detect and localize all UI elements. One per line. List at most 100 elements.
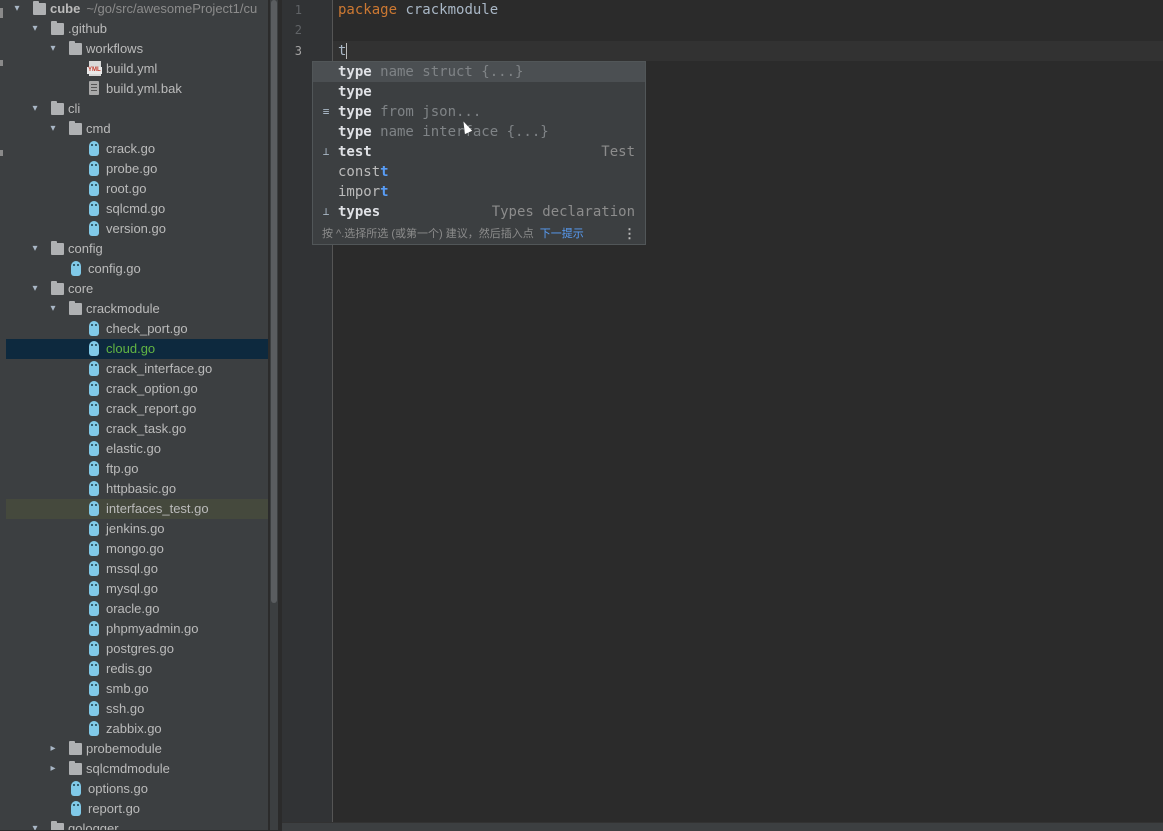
go-file-icon — [89, 561, 99, 576]
chevron-down-icon[interactable]: ▾ — [29, 239, 41, 259]
tree-item[interactable]: cloud.go — [6, 339, 268, 359]
strip-marker[interactable] — [0, 150, 3, 156]
tree-item[interactable]: ▾ workflows — [6, 39, 268, 59]
chevron-down-icon[interactable]: ▾ — [47, 119, 59, 139]
tree-item[interactable]: httpbasic.go — [6, 479, 268, 499]
completion-popup[interactable]: type name struct {...} type ≡ type from jso… — [312, 61, 646, 245]
chevron-down-icon[interactable]: ▾ — [29, 19, 41, 39]
test-icon: ⊥ — [322, 145, 330, 158]
tree-item[interactable]: root.go — [6, 179, 268, 199]
chevron-down-icon[interactable]: ▾ — [11, 0, 23, 19]
tree-item-label: crack_interface.go — [106, 361, 213, 376]
tree-item[interactable]: sqlcmd.go — [6, 199, 268, 219]
tree-item[interactable]: ▾ gologger — [6, 819, 268, 830]
tree-item[interactable]: crack_task.go — [6, 419, 268, 439]
folder-icon — [69, 41, 82, 55]
completion-text: constt — [338, 164, 389, 180]
tree-item[interactable]: ▸ probemodule — [6, 739, 268, 759]
tree-item[interactable]: crack_report.go — [6, 399, 268, 419]
tree-item[interactable]: report.go — [6, 799, 268, 819]
tree-item[interactable]: ssh.go — [6, 699, 268, 719]
tree-item[interactable]: crack_option.go — [6, 379, 268, 399]
chevron-down-icon[interactable]: ▾ — [47, 299, 59, 319]
tree-item-label: cmd — [86, 121, 111, 136]
chevron-right-icon[interactable]: ▸ — [47, 759, 59, 779]
go-file-icon — [89, 621, 99, 636]
completion-item[interactable]: ⊥ types Types declaration — [313, 202, 645, 222]
tree-item[interactable]: smb.go — [6, 679, 268, 699]
footer-hint: 按 ^.选择所选 (或第一个) 建议，然后插入点 — [322, 228, 534, 240]
tree-item[interactable]: options.go — [6, 779, 268, 799]
tree-item[interactable]: build.yml.bak — [6, 79, 268, 99]
go-file-icon — [71, 781, 81, 796]
tree-item[interactable]: interfaces_test.go — [6, 499, 268, 519]
completion-item[interactable]: constt — [313, 162, 645, 182]
completion-footer: 按 ^.选择所选 (或第一个) 建议，然后插入点 下一提示 ⋮ — [313, 224, 645, 244]
project-tree[interactable]: ▾ cube ~/go/src/awesomeProject1/cu ▾ .github… — [6, 0, 268, 830]
tree-item-label: cli — [68, 101, 81, 116]
tree-item[interactable]: ▾ .github — [6, 19, 268, 39]
chevron-down-icon[interactable]: ▾ — [29, 279, 41, 299]
tree-item[interactable]: version.go — [6, 219, 268, 239]
tree-item[interactable]: ▾ crackmodule — [6, 299, 268, 319]
completion-item[interactable]: type name struct {...} — [313, 62, 645, 82]
tree-item-label: oracle.go — [106, 601, 160, 616]
tree-item-label: ssh.go — [106, 701, 145, 716]
tree-item[interactable]: mysql.go — [6, 579, 268, 599]
chevron-down-icon[interactable]: ▾ — [47, 39, 59, 59]
tree-item[interactable]: config.go — [6, 259, 268, 279]
tree-item[interactable]: redis.go — [6, 659, 268, 679]
go-file-icon — [89, 541, 99, 556]
next-tip-link[interactable]: 下一提示 — [540, 228, 584, 240]
chevron-right-icon[interactable]: ▸ — [47, 739, 59, 759]
go-file-icon — [89, 521, 99, 536]
go-file-icon — [89, 661, 99, 676]
go-file-icon — [89, 181, 99, 196]
completion-item[interactable]: ≡ type from json... — [313, 102, 645, 122]
tree-item[interactable]: elastic.go — [6, 439, 268, 459]
scrollbar-thumb[interactable] — [271, 0, 277, 603]
tree-item[interactable]: oracle.go — [6, 599, 268, 619]
strip-marker[interactable] — [0, 60, 3, 66]
tree-item[interactable]: probe.go — [6, 159, 268, 179]
go-file-icon — [89, 721, 99, 736]
completion-text: type — [338, 84, 372, 100]
tree-item[interactable]: postgres.go — [6, 639, 268, 659]
tree-item-label: crack.go — [106, 141, 156, 156]
tree-item[interactable]: ▾ core — [6, 279, 268, 299]
tree-item[interactable]: crack_interface.go — [6, 359, 268, 379]
tree-item[interactable]: check_port.go — [6, 319, 268, 339]
tree-item-label: mongo.go — [106, 541, 164, 556]
completion-item[interactable]: ⊥ test Test — [313, 142, 645, 162]
tree-item[interactable]: phpmyadmin.go — [6, 619, 268, 639]
tree-item[interactable]: ftp.go — [6, 459, 268, 479]
tree-item[interactable]: ▸ sqlcmdmodule — [6, 759, 268, 779]
tree-item[interactable]: mssql.go — [6, 559, 268, 579]
folder-icon — [69, 301, 82, 315]
tree-item-label: config — [68, 241, 103, 256]
tree-item[interactable]: mongo.go — [6, 539, 268, 559]
folder-icon — [51, 21, 64, 35]
completion-item[interactable]: type — [313, 82, 645, 102]
chevron-down-icon[interactable]: ▾ — [29, 99, 41, 119]
tree-item[interactable]: crack.go — [6, 139, 268, 159]
chevron-down-icon[interactable]: ▾ — [29, 819, 41, 830]
tree-item-label: interfaces_test.go — [106, 501, 209, 516]
tree-item[interactable]: zabbix.go — [6, 719, 268, 739]
folder-icon — [69, 761, 82, 775]
project-tree-scrollbar[interactable] — [270, 0, 278, 830]
tree-item[interactable]: ▾ cube ~/go/src/awesomeProject1/cu — [6, 0, 268, 19]
line-number: 1 — [294, 3, 302, 17]
completion-item[interactable]: type name interface {...} — [313, 122, 645, 142]
text-caret — [346, 43, 347, 59]
tree-item[interactable]: ▾ cli — [6, 99, 268, 119]
tree-item[interactable]: ▾ config — [6, 239, 268, 259]
tree-item[interactable]: ▾ cmd — [6, 119, 268, 139]
tree-item[interactable]: jenkins.go — [6, 519, 268, 539]
more-options-icon[interactable]: ⋮ — [623, 224, 636, 244]
tree-item[interactable]: YML build.yml — [6, 59, 268, 79]
go-file-icon — [89, 581, 99, 596]
strip-marker[interactable] — [0, 8, 3, 18]
line-number: 2 — [294, 23, 302, 37]
completion-item[interactable]: import — [313, 182, 645, 202]
